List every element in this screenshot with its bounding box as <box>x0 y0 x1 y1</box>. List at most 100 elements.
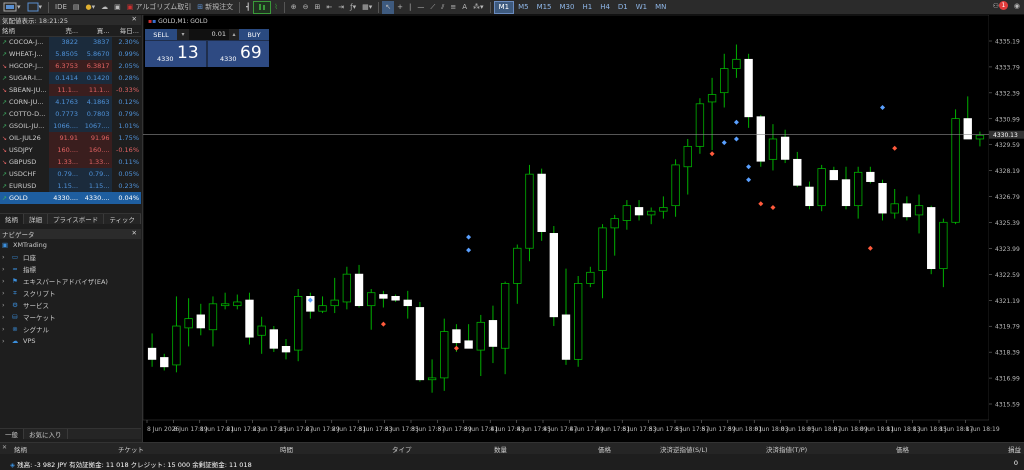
line-chart-icon[interactable]: ⌇ <box>271 1 280 14</box>
cursor-icon[interactable]: ↖ <box>382 0 395 14</box>
cloud-icon[interactable]: ☁ <box>98 1 111 14</box>
nav-item[interactable]: › ⛁ マーケット <box>0 311 141 323</box>
timeframe-h1[interactable]: H1 <box>578 1 596 14</box>
symbol-row[interactable]: ↗ CORN-JU... 4.1763 4.1863 0.12% <box>0 96 141 108</box>
timeframe-m15[interactable]: M15 <box>533 1 556 14</box>
symbol-row[interactable]: ↗ USDCHF 0.79... 0.79... 0.05% <box>0 168 141 180</box>
channel-icon[interactable]: ⫽ <box>438 1 447 14</box>
zoom-in-icon[interactable]: ⊕ <box>288 1 300 14</box>
new-order-button[interactable]: ⊞ 新規注文 <box>194 1 236 14</box>
notifications-icon[interactable]: ⚇ 1 <box>993 1 1008 10</box>
symbol-row[interactable]: ↗ SUGAR-I... 0.1414 0.1420 0.28% <box>0 72 141 84</box>
nav-item[interactable]: › ⚙ サービス <box>0 299 141 311</box>
symbol-row[interactable]: ↘ GBPUSD 1.33... 1.33... 0.11% <box>0 156 141 168</box>
col-symbol[interactable]: 銘柄 <box>0 25 49 37</box>
chevron-right-icon[interactable]: › <box>2 289 10 297</box>
timeframe-m1[interactable]: M1 <box>493 0 515 14</box>
nav-item[interactable]: › ⚑ エキスパートアドバイザ(EA) <box>0 275 141 287</box>
chevron-right-icon[interactable]: › <box>2 325 10 333</box>
chart-window[interactable]: 4335.19 4333.79 4332.39 4330.99 4329.59 4328.… <box>142 15 1024 442</box>
grid-icon[interactable]: ⊞ <box>311 1 323 14</box>
sell-button[interactable]: 4330 13 <box>145 41 206 67</box>
trade-col-header[interactable]: 数量 <box>494 444 507 454</box>
chevron-right-icon[interactable]: › <box>2 265 10 273</box>
symbol-row[interactable]: ↗ COCOA-J... 3822 3837 2.30% <box>0 36 141 48</box>
timeframe-w1[interactable]: W1 <box>632 1 651 14</box>
lot-up-button[interactable]: ▴ <box>229 29 239 40</box>
col-ask[interactable]: 買... <box>80 25 112 37</box>
account-icon[interactable]: ◉ <box>1014 2 1020 10</box>
gold-coin-icon[interactable]: ● ▾ <box>83 1 99 14</box>
symbol-row[interactable]: ↘ SBEAN-JU... 11.1... 11.1... -0.33% <box>0 84 141 96</box>
trade-col-header[interactable]: タイプ <box>392 444 412 454</box>
candlestick-icon[interactable] <box>253 0 272 14</box>
timeframe-m5[interactable]: M5 <box>514 1 533 14</box>
col-change[interactable]: 毎日... <box>111 25 141 37</box>
buy-label[interactable]: BUY <box>239 29 269 40</box>
shapes-icon[interactable]: ⁂▾ <box>470 1 487 14</box>
market-watch-tab[interactable]: 詳細 <box>24 214 48 224</box>
symbol-row[interactable]: ↗ WHEAT-J... 5.8505 5.8670 0.99% <box>0 48 141 60</box>
timeframe-d1[interactable]: D1 <box>614 1 632 14</box>
trade-col-header[interactable]: 価格 <box>598 444 611 454</box>
chart-shift-icon[interactable]: ⇥ <box>335 1 347 14</box>
nav-item[interactable]: › ▭ 口座 <box>0 251 141 263</box>
templates-icon[interactable]: ▦▾ <box>359 1 375 14</box>
market-watch-tab[interactable]: プライスボード <box>48 214 105 224</box>
symbol-row[interactable]: ↘ HGCOP-J... 6.3753 6.3817 2.05% <box>0 60 141 72</box>
timeframe-m30[interactable]: M30 <box>556 1 579 14</box>
db-icon[interactable]: ▤ <box>70 1 83 14</box>
nav-item[interactable]: › ⌗ スクリプト <box>0 287 141 299</box>
indicators-icon[interactable]: ƒ▾ <box>347 1 359 14</box>
zoom-out-icon[interactable]: ⊖ <box>300 1 312 14</box>
algo-trading-button[interactable]: ▣ アルゴリズム取引 <box>124 1 194 14</box>
trendline-icon[interactable]: ⟋ <box>427 1 438 14</box>
symbol-row[interactable]: ↗ GOLD 4330.... 4330.... 0.04% <box>0 192 141 204</box>
timeframe-mn[interactable]: MN <box>651 1 670 14</box>
lot-down-button[interactable]: ▾ <box>177 29 189 40</box>
nav-item[interactable]: › ⊚ シグナル <box>0 323 141 335</box>
text-icon[interactable]: A <box>459 1 470 14</box>
buy-button[interactable]: 4330 69 <box>208 41 269 67</box>
trade-col-header[interactable]: 決済指値(T/P) <box>766 444 807 454</box>
chevron-right-icon[interactable]: › <box>2 253 10 261</box>
close-icon[interactable]: ✕ <box>132 229 137 237</box>
chevron-right-icon[interactable]: › <box>2 277 10 285</box>
auto-scroll-icon[interactable]: ⇤ <box>323 1 335 14</box>
horizontal-line-icon[interactable]: — <box>414 1 427 14</box>
navigator-tab[interactable]: お気に入り <box>24 429 68 439</box>
nav-root[interactable]: ▣ XMTrading <box>0 239 141 251</box>
chevron-right-icon[interactable]: › <box>2 337 10 345</box>
trade-col-header[interactable]: 損益 <box>1008 444 1021 454</box>
crosshair-icon[interactable]: + <box>394 1 406 14</box>
col-bid[interactable]: 売... <box>48 25 81 37</box>
nav-item[interactable]: › ≈ 指標 <box>0 263 141 275</box>
fibonacci-icon[interactable]: ≡ <box>447 1 459 14</box>
close-icon[interactable]: ✕ <box>132 15 137 23</box>
market-watch-tab[interactable]: 銘柄 <box>0 214 24 224</box>
nav-item[interactable]: › ☁ VPS <box>0 335 141 347</box>
symbol-row[interactable]: ↗ EURUSD 1.15... 1.15... 0.23% <box>0 180 141 192</box>
lot-size-input[interactable]: 0.01 <box>189 29 229 40</box>
new-chart-button[interactable]: ▾ <box>24 1 46 14</box>
toolbox-close-icon[interactable]: ✕ <box>2 444 7 451</box>
chevron-right-icon[interactable]: › <box>2 313 10 321</box>
trade-col-header[interactable]: 価格 <box>896 444 909 454</box>
chevron-right-icon[interactable]: › <box>2 301 10 309</box>
profiles-button[interactable]: ▾ <box>0 1 24 14</box>
trade-col-header[interactable]: 決済逆指値(S/L) <box>660 444 708 454</box>
symbol-row[interactable]: ↘ USDJPY 160.... 160.... -0.16% <box>0 144 141 156</box>
trade-col-header[interactable]: 時間 <box>280 444 293 454</box>
trade-col-header[interactable]: チケット <box>118 444 144 454</box>
tester-icon[interactable]: ▣ <box>111 1 124 14</box>
market-watch-tab[interactable]: ティック <box>104 214 141 224</box>
symbol-row[interactable]: ↘ OIL-JUL26 91.91 91.96 1.75% <box>0 132 141 144</box>
sell-label[interactable]: SELL <box>145 29 177 40</box>
bar-chart-icon[interactable]: ┫ <box>243 1 253 14</box>
vertical-line-icon[interactable]: | <box>406 1 414 14</box>
symbol-row[interactable]: ↗ GSOIL-JU... 1066.... 1067.... 1.01% <box>0 120 141 132</box>
timeframe-h4[interactable]: H4 <box>596 1 614 14</box>
chart-canvas[interactable]: 4335.19 4333.79 4332.39 4330.99 4329.59 4328.… <box>143 15 1024 442</box>
trade-col-header[interactable]: 銘柄 <box>14 444 27 454</box>
navigator-tab[interactable]: 一般 <box>0 429 24 439</box>
